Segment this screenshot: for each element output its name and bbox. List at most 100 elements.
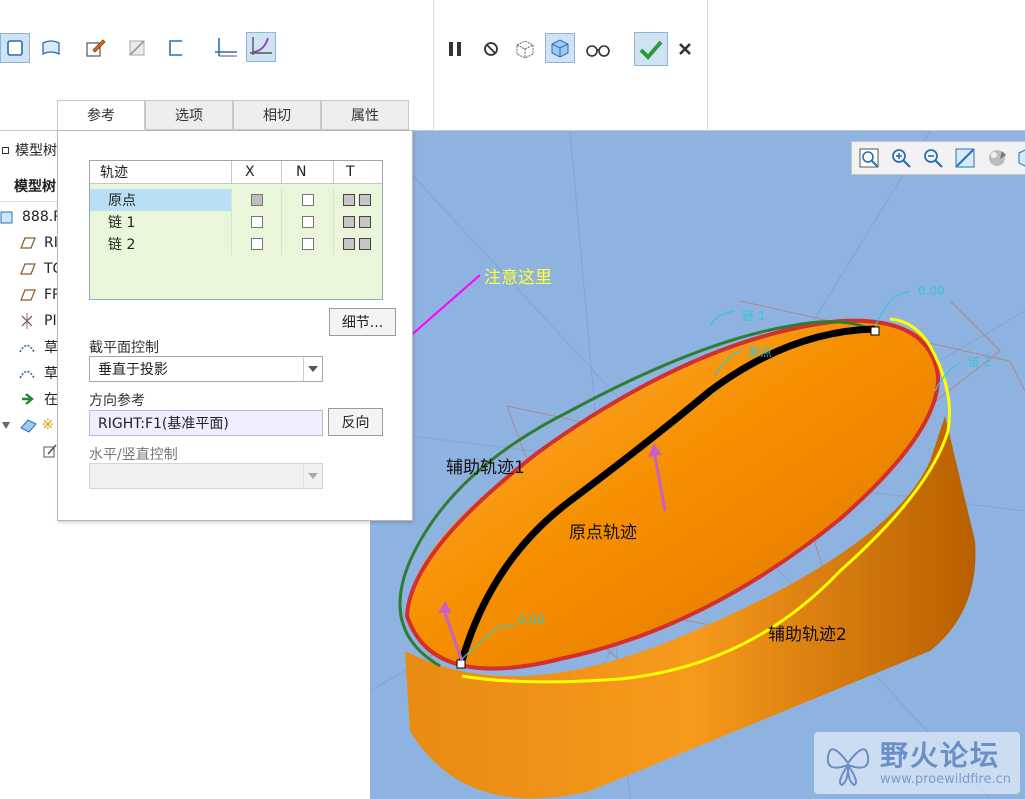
tree-tab-icon — [2, 146, 9, 154]
pause-icon[interactable] — [440, 34, 470, 64]
refit-icon[interactable] — [858, 147, 880, 169]
display-style-icon[interactable] — [986, 147, 1008, 169]
wireframe-preview-icon[interactable] — [510, 34, 540, 64]
n-cell — [281, 211, 333, 233]
tab-references[interactable]: 参考 — [57, 100, 145, 130]
tree-item[interactable]: 草 — [18, 362, 58, 384]
checkmark-icon[interactable] — [634, 32, 668, 66]
variable-section-icon[interactable] — [246, 32, 276, 62]
table-header: 轨迹 X N T — [90, 161, 382, 184]
table-row[interactable]: 原点 — [90, 189, 382, 211]
t-toggle-icon[interactable] — [358, 238, 371, 250]
details-button[interactable]: 细节... — [329, 308, 396, 336]
trajectory-table: 轨迹 X N T 原点 链 1 链 2 — [89, 160, 383, 300]
aux-trajectory-2-label: 辅助轨迹2 — [768, 625, 847, 645]
t-toggle-icon[interactable] — [342, 194, 355, 206]
direction-ref-collector[interactable]: RIGHT:F1(基准平面) — [89, 410, 323, 436]
watermark: 野火论坛 www.proewildfire.cn — [814, 732, 1020, 794]
feature-preview-icon[interactable] — [545, 33, 575, 63]
header-x: X — [231, 161, 281, 183]
references-panel: 轨迹 X N T 原点 链 1 链 2 细节... 截平面控制 垂直于投影 方向… — [57, 130, 413, 521]
direction-ref-label: 方向参考 — [89, 393, 145, 409]
x-checkbox[interactable] — [250, 216, 263, 228]
saved-views-icon[interactable] — [1016, 147, 1025, 169]
t-cell — [333, 189, 383, 211]
x-cell — [231, 233, 281, 255]
surface-icon[interactable] — [36, 33, 66, 63]
view-toolbar — [851, 141, 1025, 175]
model-tree-tab[interactable]: 模型树 — [0, 139, 57, 161]
model-tree-header: 模型树 — [14, 179, 56, 195]
close-icon[interactable] — [670, 34, 700, 64]
no-preview-icon[interactable] — [476, 34, 506, 64]
zoom-out-icon[interactable] — [922, 147, 944, 169]
chevron-down-icon[interactable] — [303, 464, 322, 488]
tab-options[interactable]: 选项 — [145, 100, 233, 130]
n-checkbox[interactable] — [301, 216, 314, 228]
tree-item[interactable]: PI — [18, 310, 57, 332]
sketch-edit-icon — [43, 444, 57, 458]
tab-tangency[interactable]: 相切 — [233, 100, 321, 130]
sketch-icon[interactable] — [80, 33, 110, 63]
row-name: 链 2 — [108, 237, 136, 253]
tree-item-sweep[interactable]: ※ — [0, 414, 54, 436]
flip-button[interactable]: 反向 — [328, 408, 383, 436]
dimension-label[interactable]: 0.00 — [918, 284, 945, 298]
tree-item[interactable]: RI — [20, 232, 58, 254]
toolbar-divider — [707, 0, 708, 130]
table-row[interactable]: 链 1 — [90, 211, 382, 233]
t-toggle-icon[interactable] — [358, 194, 371, 206]
aux-trajectory-1-label: 辅助轨迹1 — [446, 458, 525, 478]
row-name: 链 1 — [108, 215, 136, 231]
x-checkbox[interactable] — [250, 194, 263, 206]
chain-label[interactable]: 链 1 — [742, 307, 765, 324]
chevron-down-icon[interactable] — [303, 357, 322, 381]
x-cell — [231, 211, 281, 233]
chain-label[interactable]: 原点 — [748, 343, 772, 360]
t-cell — [333, 211, 383, 233]
datum-plane-icon — [20, 263, 36, 275]
constant-section-icon[interactable] — [211, 33, 241, 63]
tree-item-sub[interactable] — [42, 440, 58, 462]
part-icon — [0, 211, 13, 224]
header-trajectory: 轨迹 — [100, 165, 128, 181]
x-checkbox[interactable] — [250, 238, 263, 250]
tree-item[interactable]: 草 — [18, 336, 58, 358]
tree-item[interactable]: 在 — [20, 388, 58, 410]
sweep-feature-icon — [20, 419, 37, 433]
glasses-preview-icon[interactable] — [583, 34, 613, 64]
insert-here-icon — [22, 393, 34, 405]
watermark-title: 野火论坛 — [880, 739, 1001, 772]
n-checkbox[interactable] — [301, 194, 314, 206]
solid-icon[interactable] — [0, 33, 30, 63]
tree-item[interactable]: 888.P — [0, 206, 62, 228]
hv-control-select[interactable] — [89, 463, 323, 489]
chain-label[interactable]: 链 2 — [968, 353, 991, 370]
n-cell — [281, 233, 333, 255]
zoom-in-icon[interactable] — [890, 147, 912, 169]
row-name: 原点 — [90, 189, 231, 211]
datum-plane-icon — [20, 237, 36, 249]
header-t: T — [333, 161, 383, 183]
note-label: 注意这里 — [484, 268, 552, 288]
dimension-label[interactable]: 0.00 — [518, 613, 545, 627]
table-row[interactable]: 链 2 — [90, 233, 382, 255]
tree-item[interactable]: FR — [20, 284, 62, 306]
graphics-viewport[interactable]: 0.00 0.00 链 1 原点 链 2 注意这里 辅助轨迹1 原点轨迹 辅助轨… — [370, 131, 1025, 799]
section-control-select[interactable]: 垂直于投影 — [89, 356, 323, 382]
x-cell — [231, 189, 281, 211]
t-toggle-icon[interactable] — [342, 216, 355, 228]
hv-control-label: 水平/竖直控制 — [89, 447, 178, 463]
thicken-icon[interactable] — [161, 33, 191, 63]
t-toggle-icon[interactable] — [342, 238, 355, 250]
repaint-icon[interactable] — [954, 147, 976, 169]
trajectory-end-point — [870, 326, 880, 336]
remove-material-icon[interactable] — [122, 33, 152, 63]
n-checkbox[interactable] — [301, 238, 314, 250]
watermark-url: www.proewildfire.cn — [880, 772, 1011, 787]
n-cell — [281, 189, 333, 211]
tab-properties[interactable]: 属性 — [321, 100, 409, 130]
ribbon-toolbar — [0, 0, 1025, 130]
t-toggle-icon[interactable] — [358, 216, 371, 228]
datum-plane-icon — [20, 289, 36, 301]
